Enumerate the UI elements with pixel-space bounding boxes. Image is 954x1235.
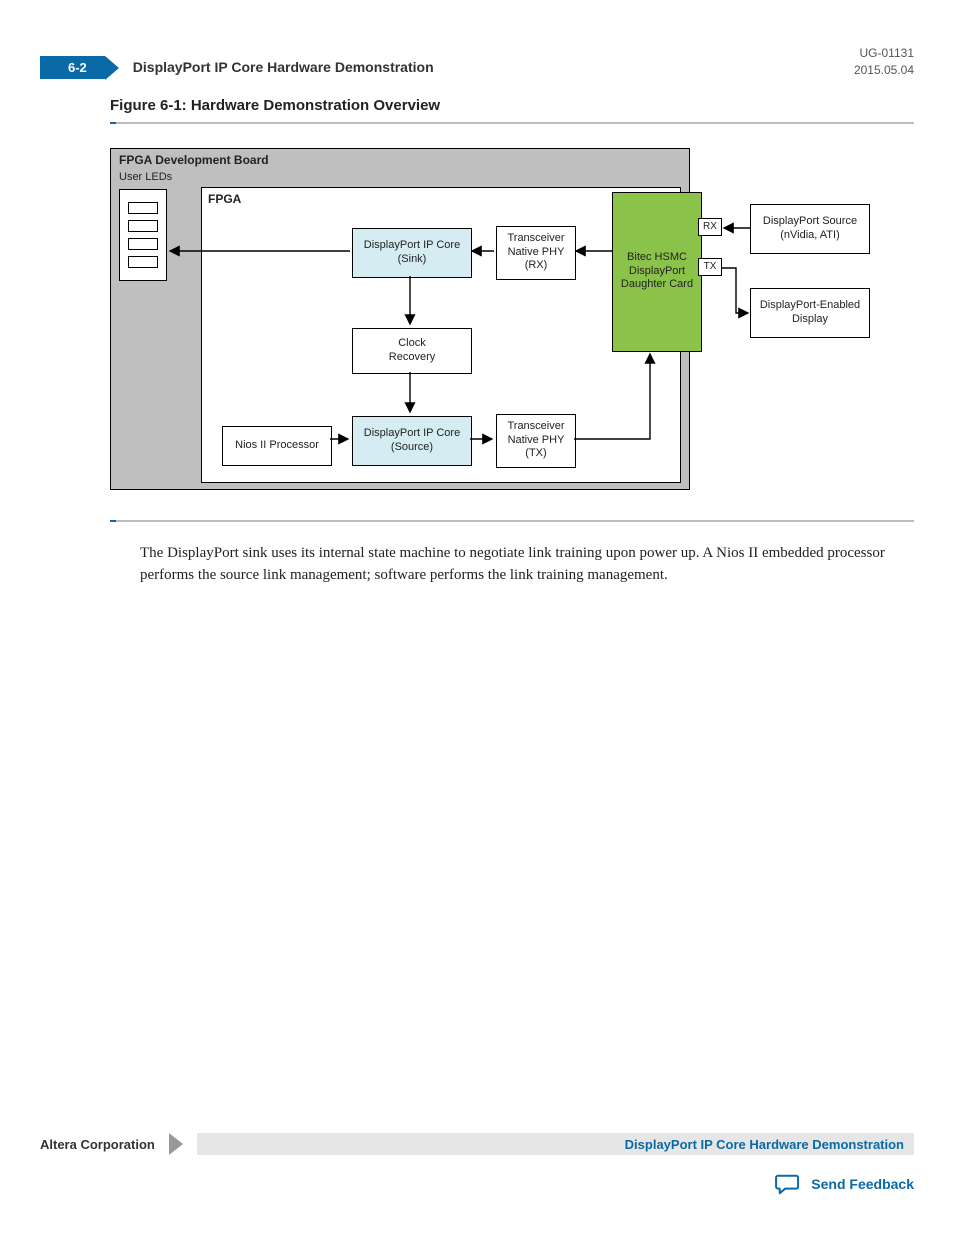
- tx-port-label: TX: [698, 258, 722, 276]
- fpga-box: FPGA DisplayPort IP Core (Sink) Transcei…: [201, 187, 681, 483]
- body-paragraph: The DisplayPort sink uses its internal s…: [140, 542, 910, 587]
- page-footer: Altera Corporation DisplayPort IP Core H…: [40, 1133, 914, 1195]
- user-leds-label: User LEDs: [119, 171, 172, 183]
- rule-bottom: [110, 520, 914, 522]
- block-clock-recovery: Clock Recovery: [352, 328, 472, 374]
- feedback-label: Send Feedback: [811, 1176, 914, 1192]
- block-dp-sink: DisplayPort IP Core (Sink): [352, 228, 472, 278]
- rule-top: [110, 122, 914, 124]
- block-nios-processor: Nios II Processor: [222, 426, 332, 466]
- block-rx-phy: Transceiver Native PHY (RX): [496, 226, 576, 280]
- footer-corp: Altera Corporation: [40, 1137, 155, 1152]
- block-dp-source: DisplayPort IP Core (Source): [352, 416, 472, 466]
- rx-port-label: RX: [698, 218, 722, 236]
- header-title: DisplayPort IP Core Hardware Demonstrati…: [133, 59, 434, 75]
- footer-chapter-link[interactable]: DisplayPort IP Core Hardware Demonstrati…: [197, 1133, 914, 1155]
- send-feedback-link[interactable]: Send Feedback: [40, 1173, 914, 1195]
- fpga-board-box: FPGA Development Board User LEDs FPGA Di…: [110, 148, 690, 490]
- figure-diagram: FPGA Development Board User LEDs FPGA Di…: [110, 148, 900, 508]
- page-number-badge: 6-2: [40, 56, 105, 79]
- header-right: UG-01131 2015.05.04: [854, 45, 914, 79]
- block-ext-display: DisplayPort-Enabled Display: [750, 288, 870, 338]
- doc-id: UG-01131: [854, 45, 914, 62]
- doc-date: 2015.05.04: [854, 62, 914, 79]
- figure-caption: Figure 6-1: Hardware Demonstration Overv…: [110, 97, 914, 114]
- fpga-board-label: FPGA Development Board: [119, 153, 269, 167]
- fpga-label: FPGA: [208, 192, 241, 206]
- header-left: 6-2 DisplayPort IP Core Hardware Demonst…: [40, 56, 434, 79]
- feedback-icon: [775, 1173, 801, 1195]
- block-daughter-card: Bitec HSMC DisplayPort Daughter Card: [612, 192, 702, 352]
- footer-wedge-icon: [169, 1133, 183, 1155]
- page-header: 6-2 DisplayPort IP Core Hardware Demonst…: [40, 45, 914, 79]
- block-tx-phy: Transceiver Native PHY (TX): [496, 414, 576, 468]
- block-ext-source: DisplayPort Source (nVidia, ATI): [750, 204, 870, 254]
- user-leds-block: [119, 189, 167, 281]
